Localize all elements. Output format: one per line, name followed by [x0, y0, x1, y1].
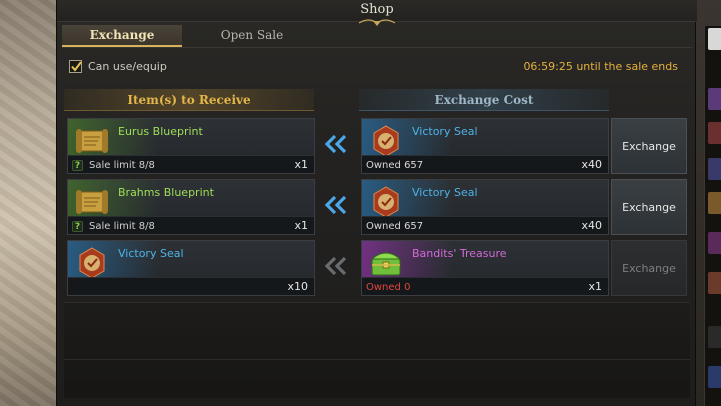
hotbar-icon[interactable]: [708, 192, 721, 214]
owned-count: Owned 657: [366, 160, 424, 171]
item-quantity: x10: [287, 280, 308, 293]
exchange-row: Eurus Blueprint ? Sale limit 8/8 x1 Vict…: [57, 118, 697, 174]
cost-item-slot[interactable]: Victory Seal Owned 657 x40: [361, 118, 609, 174]
tab-open-sale[interactable]: Open Sale: [192, 25, 312, 47]
owned-count: Owned 657: [366, 221, 424, 232]
item-name: Victory Seal: [118, 247, 184, 260]
cost-quantity: x1: [588, 280, 602, 293]
receive-item-slot[interactable]: Brahms Blueprint ? Sale limit 8/8 x1: [67, 179, 315, 235]
title-bar[interactable]: Shop: [57, 0, 697, 26]
cost-quantity: x40: [581, 158, 602, 171]
exchange-row: Brahms Blueprint ? Sale limit 8/8 x1 Vic…: [57, 179, 697, 235]
exchange-button[interactable]: Exchange: [611, 118, 687, 174]
hotbar-icon[interactable]: [708, 122, 721, 144]
hotbar-icon[interactable]: [708, 232, 721, 254]
hotbar-icon[interactable]: [708, 158, 721, 180]
tab-exchange[interactable]: Exchange: [62, 25, 182, 47]
victory-seal-icon: [373, 186, 399, 218]
side-hotbar: [704, 26, 721, 406]
receive-item-slot[interactable]: Eurus Blueprint ? Sale limit 8/8 x1: [67, 118, 315, 174]
tab-bar: Exchange Open Sale: [62, 25, 692, 47]
exchange-cost-header: Exchange Cost: [359, 89, 609, 111]
exchange-button[interactable]: Exchange: [611, 179, 687, 235]
sale-limit: ? Sale limit 8/8: [72, 160, 155, 171]
exchange-arrow-icon: [324, 256, 347, 276]
sale-limit: ? Sale limit 8/8: [72, 221, 155, 232]
empty-list-area: [64, 302, 690, 398]
item-name: Victory Seal: [412, 186, 478, 199]
sale-limit-text: Sale limit 8/8: [89, 160, 155, 171]
hotbar-icon[interactable]: [708, 366, 721, 388]
exchange-arrow-icon: [324, 134, 347, 154]
blueprint-scroll-icon: [76, 190, 108, 214]
hotbar-icon[interactable]: [708, 28, 721, 50]
treasure-chest-icon: [370, 252, 402, 276]
list-divider: [64, 359, 690, 360]
items-to-receive-header: Item(s) to Receive: [64, 89, 314, 111]
item-name: Eurus Blueprint: [118, 125, 203, 138]
exchange-arrow-icon: [324, 195, 347, 215]
victory-seal-icon: [79, 247, 105, 279]
hotbar-icon[interactable]: [708, 88, 721, 110]
blueprint-scroll-icon: [76, 129, 108, 153]
exchange-row: Victory Seal x10 Bandits' Treasure Owned…: [57, 240, 697, 296]
victory-seal-icon: [373, 125, 399, 157]
tab-divider: [62, 47, 692, 48]
help-icon[interactable]: ?: [72, 221, 83, 232]
item-name: Victory Seal: [412, 125, 478, 138]
can-use-equip-label: Can use/equip: [88, 59, 167, 73]
help-icon[interactable]: ?: [72, 160, 83, 171]
item-name: Brahms Blueprint: [118, 186, 214, 199]
item-name: Bandits' Treasure: [412, 247, 507, 260]
item-quantity: x1: [294, 219, 308, 232]
background-scenery-left: [0, 0, 56, 406]
slot-footer: [68, 277, 314, 295]
cost-item-slot[interactable]: Victory Seal Owned 657 x40: [361, 179, 609, 235]
item-quantity: x1: [294, 158, 308, 171]
cost-quantity: x40: [581, 219, 602, 232]
owned-count: Owned 0: [366, 282, 411, 293]
cost-item-slot[interactable]: Bandits' Treasure Owned 0 x1: [361, 240, 609, 296]
hotbar-icon[interactable]: [708, 326, 721, 348]
exchange-button[interactable]: Exchange: [611, 240, 687, 296]
hotbar-icon[interactable]: [708, 272, 721, 294]
sale-limit-text: Sale limit 8/8: [89, 221, 155, 232]
checkmark-icon: [71, 60, 82, 72]
shop-window: Shop Exchange Open Sale Can use/equip 06…: [56, 0, 697, 406]
receive-item-slot[interactable]: Victory Seal x10: [67, 240, 315, 296]
can-use-equip-checkbox[interactable]: [69, 59, 82, 73]
can-use-equip-filter[interactable]: Can use/equip: [69, 58, 167, 74]
sale-timer: 06:59:25 until the sale ends: [523, 60, 678, 73]
